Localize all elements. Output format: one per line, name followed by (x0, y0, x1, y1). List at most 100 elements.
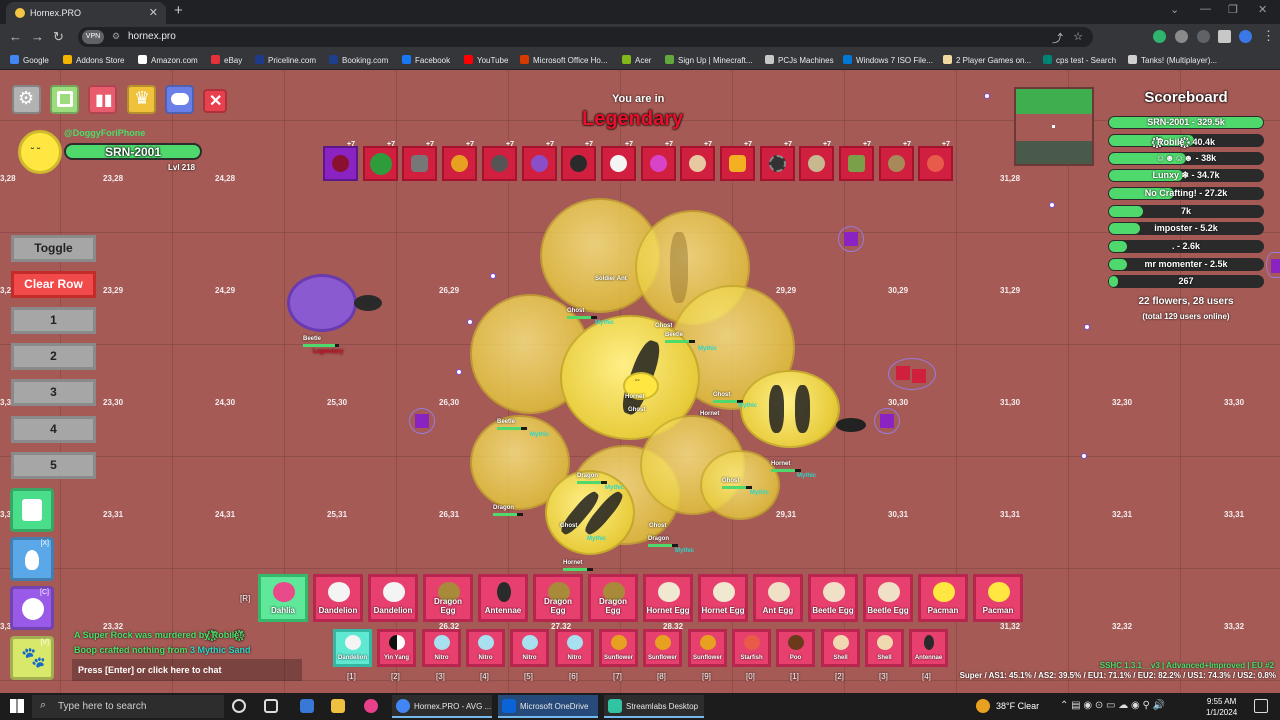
app-icon[interactable] (364, 699, 378, 713)
row-3-button[interactable]: 3 (11, 379, 96, 406)
close-tab-icon[interactable]: ✕ (149, 6, 158, 19)
petal-slot[interactable]: Dragon Egg (533, 574, 583, 622)
site-info-icon[interactable]: ⚙ (112, 31, 120, 42)
sidepanel-icon[interactable] (1218, 30, 1231, 43)
bookmark-item[interactable]: PCJs Machines (765, 55, 834, 65)
new-tab-icon[interactable]: + (174, 2, 183, 19)
file-explorer-icon[interactable] (331, 699, 345, 713)
petal-slot[interactable]: Dandelion (368, 574, 418, 622)
row-4-button[interactable]: 4 (11, 416, 96, 443)
bookmark-item[interactable]: YouTube (464, 55, 508, 65)
notifications-icon[interactable] (1254, 699, 1268, 713)
row-2-button[interactable]: 2 (11, 343, 96, 370)
craft-button[interactable]: [C] (10, 586, 54, 630)
taskbar-app[interactable]: Microsoft OneDrive (498, 695, 598, 718)
petal-slot[interactable]: Hornet Egg (643, 574, 693, 622)
shop-button[interactable] (10, 488, 54, 532)
petal-slot[interactable]: Dragon Egg (588, 574, 638, 622)
bookmark-item[interactable]: Amazon.com (138, 55, 198, 65)
back-icon[interactable]: ← (9, 29, 22, 44)
share-icon[interactable]: ⤴ (1052, 30, 1063, 46)
petal-slot[interactable]: Sunflower (599, 629, 638, 667)
taskbar-app[interactable]: Streamlabs Desktop (604, 695, 704, 718)
profile-icon[interactable] (1239, 30, 1252, 43)
petal-slot[interactable]: Pacman (918, 574, 968, 622)
taskbar-app[interactable]: Hornex.PRO - AVG ... (392, 695, 492, 718)
cortana-icon[interactable] (232, 699, 246, 713)
petal-slot[interactable]: Shell (865, 629, 904, 667)
petal-slot[interactable]: Hornet Egg (698, 574, 748, 622)
bookmark-item[interactable]: Addons Store (63, 55, 124, 65)
bookmark-item[interactable]: Facebook (402, 55, 450, 65)
bookmark-item[interactable]: Tanks! (Multiplayer)... (1128, 55, 1217, 65)
bookmark-item[interactable]: 2 Player Games on... (943, 55, 1031, 65)
inventory-button[interactable]: [X] (10, 537, 54, 581)
petal-slot[interactable]: Yin Yang (377, 629, 416, 667)
dropped-petal[interactable] (838, 226, 864, 252)
petal-slot[interactable]: Beetle Egg (808, 574, 858, 622)
forward-icon[interactable]: → (31, 29, 44, 44)
changelog-button[interactable] (50, 85, 79, 114)
dropped-petal[interactable] (888, 358, 936, 390)
bookmark-item[interactable]: Google (10, 55, 49, 65)
petal-slot[interactable]: Poo (776, 629, 815, 667)
extension-icon[interactable] (1175, 30, 1188, 43)
petal-slot[interactable]: Beetle Egg (863, 574, 913, 622)
petal-slot[interactable]: Sunflower (643, 629, 682, 667)
pets-button[interactable]: [V] 🐾 (10, 636, 54, 680)
dropped-petal[interactable] (874, 408, 900, 434)
petal-slot[interactable]: Dandelion (333, 629, 372, 667)
extension-shield-icon[interactable] (1153, 30, 1166, 43)
petal-slot[interactable]: Dragon Egg (423, 574, 473, 622)
petal-slot[interactable]: Ant Egg (753, 574, 803, 622)
petal-slot[interactable]: Antennae (478, 574, 528, 622)
discord-button[interactable] (165, 85, 194, 114)
bookmark-item[interactable]: Windows 7 ISO File... (843, 55, 933, 65)
petal-slot[interactable]: Nitro (422, 629, 461, 667)
address-bar[interactable]: VPN ⚙ hornex.pro ⤴ ☆ (78, 27, 1093, 47)
petal-slot[interactable]: Dahlia (258, 574, 308, 622)
extensions-puzzle-icon[interactable] (1197, 30, 1210, 43)
petal-slot[interactable]: Antennae (909, 629, 948, 667)
bookmark-item[interactable]: Sign Up | Minecraft... (665, 55, 753, 65)
taskbar-search[interactable]: ⌕ Type here to search (32, 695, 224, 718)
petal-slot[interactable]: Sunflower (688, 629, 727, 667)
dropped-petal[interactable] (1266, 252, 1280, 278)
chat-input[interactable]: Press [Enter] or click here to chat (72, 659, 302, 681)
petal-slot[interactable]: Nitro (466, 629, 505, 667)
petal-slot[interactable]: Nitro (510, 629, 549, 667)
url-text[interactable]: hornex.pro (128, 31, 176, 42)
weather-text[interactable]: 38°F Clear (996, 701, 1039, 711)
toggle-button[interactable]: Toggle (11, 235, 96, 262)
bookmark-item[interactable]: Booking.com (329, 55, 388, 65)
system-tray-icons[interactable]: ⌃ ▤ ◉ ⊙ ▭ ☁ ◉ ⚲ 🔊 (1060, 700, 1165, 711)
settings-button[interactable]: ⚙ (12, 85, 41, 114)
task-view-icon[interactable] (264, 699, 278, 713)
store-icon[interactable] (300, 699, 314, 713)
row-1-button[interactable]: 1 (11, 307, 96, 334)
browser-tab[interactable]: Hornex.PRO ✕ (6, 2, 166, 24)
minimize-icon[interactable]: — (1200, 3, 1211, 15)
bookmark-item[interactable]: Priceline.com (255, 55, 316, 65)
bookmark-item[interactable]: eBay (211, 55, 242, 65)
bookmark-star-icon[interactable]: ☆ (1073, 30, 1083, 43)
maximize-icon[interactable]: ❐ (1228, 3, 1238, 16)
chevron-down-icon[interactable]: ⌄ (1170, 3, 1179, 16)
menu-icon[interactable]: ⋮ (1262, 28, 1275, 44)
petal-slot[interactable]: Nitro (555, 629, 594, 667)
bookmark-item[interactable]: cps test - Search (1043, 55, 1116, 65)
reload-icon[interactable]: ↻ (53, 29, 64, 45)
bookmark-item[interactable]: Microsoft Office Ho... (520, 55, 608, 65)
close-button[interactable]: ✕ (203, 89, 227, 113)
petal-slot[interactable]: Starfish (732, 629, 771, 667)
windows-start-icon[interactable] (10, 699, 24, 713)
close-window-icon[interactable]: ✕ (1258, 3, 1267, 16)
petal-slot[interactable]: Shell (821, 629, 860, 667)
clock[interactable]: 9:55 AM 1/1/2024 (1206, 696, 1237, 718)
leaderboard-button[interactable]: ♛ (127, 85, 156, 114)
bookmark-item[interactable]: Acer (622, 55, 651, 65)
stats-button[interactable]: ▮▮ (88, 85, 117, 114)
game-canvas[interactable]: 3,28 23,28 24,28 31,28 3,29 23,29 24,29 … (0, 70, 1280, 693)
weather-icon[interactable] (976, 699, 990, 713)
dropped-petal[interactable] (409, 408, 435, 434)
